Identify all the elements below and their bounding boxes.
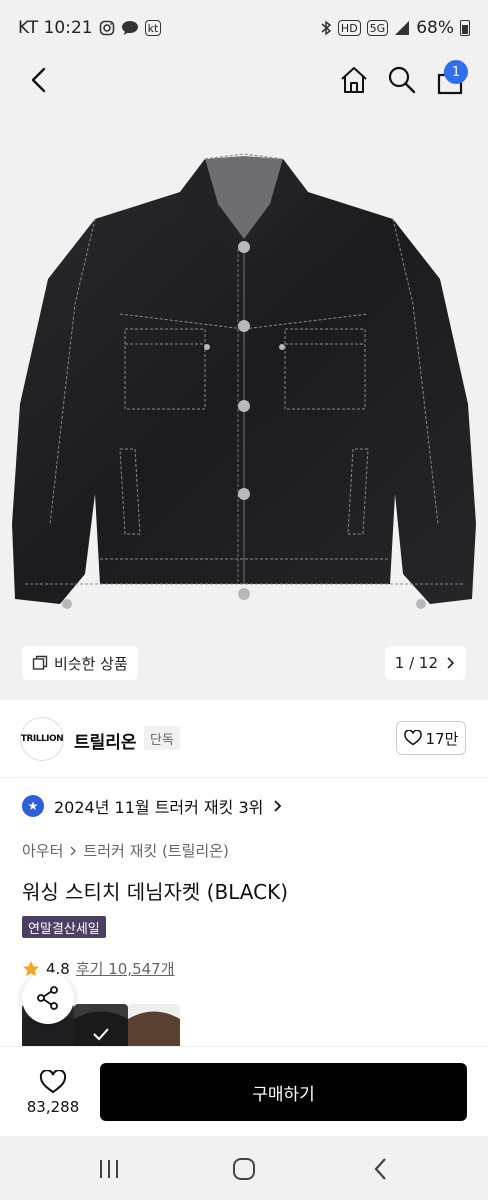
brand-like-count: 17만 <box>425 729 459 748</box>
hd-icon: HD <box>337 20 361 36</box>
buy-button[interactable]: 구매하기 <box>100 1063 467 1121</box>
heart-icon <box>403 730 422 746</box>
share-icon <box>37 986 58 1010</box>
breadcrumb-subcategory[interactable]: 트러커 재킷 (트릴리온) <box>83 840 228 861</box>
purchase-bar: 83,288 구매하기 <box>0 1046 488 1136</box>
home-button-icon[interactable] <box>229 1154 259 1184</box>
battery-icon <box>460 20 470 36</box>
home-icon[interactable] <box>338 64 370 96</box>
battery-percent: 68% <box>416 18 454 38</box>
system-nav-bar <box>0 1136 488 1200</box>
back-button-icon[interactable] <box>366 1154 396 1184</box>
wishlist-button[interactable]: 83,288 <box>20 1063 86 1123</box>
ranking-link[interactable]: ★ 2024년 11월 트러커 재킷 3위 <box>22 794 283 818</box>
brand-like-button[interactable]: 17만 <box>396 721 466 755</box>
chevron-right-icon <box>447 657 455 669</box>
chevron-right-icon <box>70 846 77 855</box>
ranking-text: 2024년 11월 트러커 재킷 3위 <box>54 798 264 817</box>
product-image[interactable] <box>0 104 488 700</box>
5g-icon: 5G <box>366 20 389 36</box>
cart-count-badge: 1 <box>444 60 468 84</box>
recent-apps-icon[interactable] <box>94 1154 124 1184</box>
sale-tag: 연말결산세일 <box>22 916 106 938</box>
reviews-link[interactable]: 후기 10,547개 <box>76 958 175 979</box>
back-arrow-icon[interactable] <box>24 64 56 96</box>
swatch-3[interactable] <box>128 1004 180 1046</box>
search-icon[interactable] <box>386 64 418 96</box>
heart-icon <box>39 1070 67 1094</box>
brand-name[interactable]: 트릴리온 <box>74 728 137 753</box>
brand-row: TRILLION 트릴리온 단독 17만 <box>0 700 488 778</box>
breadcrumb: 아우터 트러커 재킷 (트릴리온) <box>22 840 229 861</box>
color-swatches <box>22 1004 488 1046</box>
similar-products-button[interactable]: 비슷한 상품 <box>22 646 138 680</box>
chevron-right-icon <box>274 800 282 812</box>
share-button[interactable] <box>22 972 74 1024</box>
image-page-indicator[interactable]: 1 / 12 <box>384 646 466 680</box>
similar-products-label: 비슷한 상품 <box>54 654 128 673</box>
swatch-2-selected[interactable] <box>74 1004 128 1046</box>
page-indicator-text: 1 / 12 <box>394 654 438 672</box>
instagram-icon <box>99 20 114 36</box>
status-bar: KT 10:21 kt HD 5G 68% <box>0 0 488 56</box>
signal-icon <box>395 21 410 35</box>
talk-icon <box>121 21 138 35</box>
wishlist-count: 83,288 <box>26 1098 80 1116</box>
ranking-badge-icon: ★ <box>22 795 44 817</box>
exclusive-badge: 단독 <box>144 726 180 750</box>
brand-logo[interactable]: TRILLION <box>20 717 64 761</box>
copy-icon <box>32 655 48 670</box>
bluetooth-icon <box>321 20 332 36</box>
breadcrumb-category[interactable]: 아우터 <box>22 840 63 861</box>
denim-jacket-image <box>12 153 476 609</box>
status-time: KT 10:21 <box>18 18 93 38</box>
kt-icon: kt <box>144 20 162 36</box>
product-title: 워싱 스티치 데님자켓 (BLACK) <box>22 880 289 904</box>
app-header <box>0 56 488 104</box>
